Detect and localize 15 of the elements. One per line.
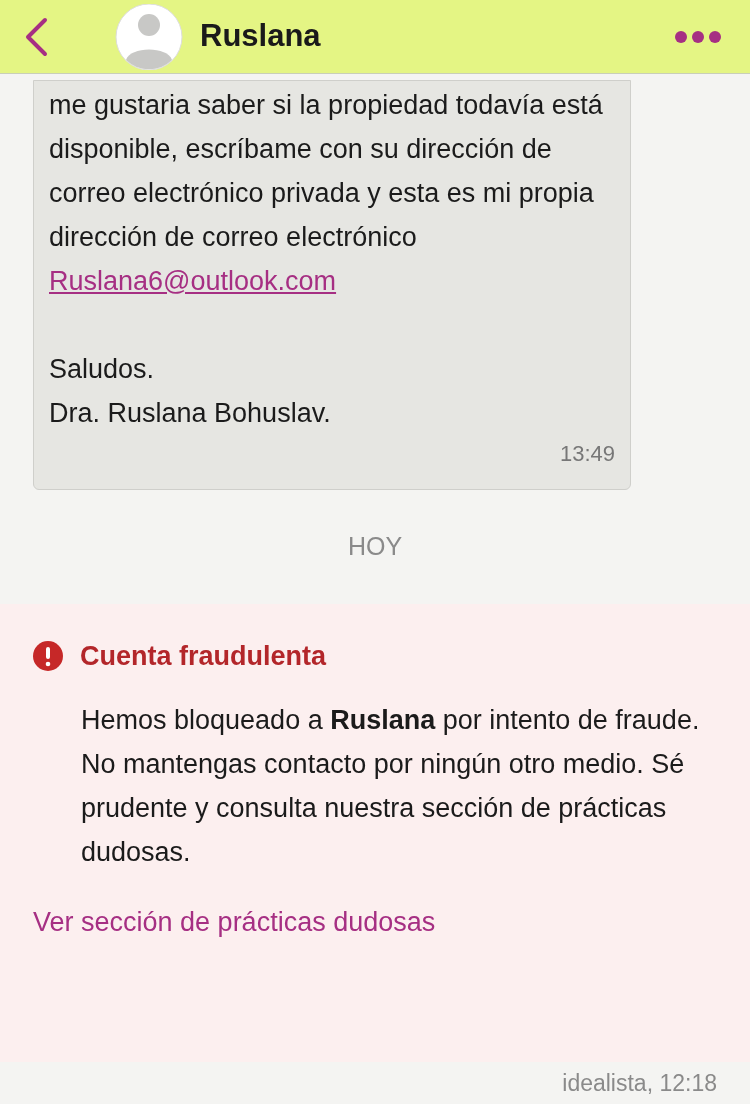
contact-name: Ruslana [200, 17, 322, 56]
alert-title: Cuenta fraudulenta [80, 639, 327, 673]
day-separator: HOY [347, 531, 403, 562]
sender-time: idealista, 12:18 [562, 1068, 717, 1098]
message-time: 13:49 [559, 440, 615, 468]
alert-message: Hemos bloqueado a Ruslana por intento de fraude. No mantengas contacto por ningún otro medio. Sé prudente y consulta nuestra sección de prácticas dudosas. [81, 704, 701, 869]
message-text: me gustaria saber si la propiedad todavía está disponible, escríbame con su dirección de correo electrónico privada y esta es mi propia dirección de correo electrónico Ruslana6@outlook.com [49, 89, 604, 298]
back-icon [23, 16, 49, 57]
signature-line: Saludos. [49, 353, 156, 386]
signature-line: Dra. Ruslana Bohuslav. [49, 397, 332, 430]
email-link[interactable]: Ruslana6@outlook.com [49, 266, 337, 296]
more-icon [674, 29, 722, 44]
avatar-icon [114, 3, 184, 70]
practices-link[interactable]: Ver sección de prácticas dudosas [33, 902, 717, 943]
error-icon [33, 640, 63, 671]
